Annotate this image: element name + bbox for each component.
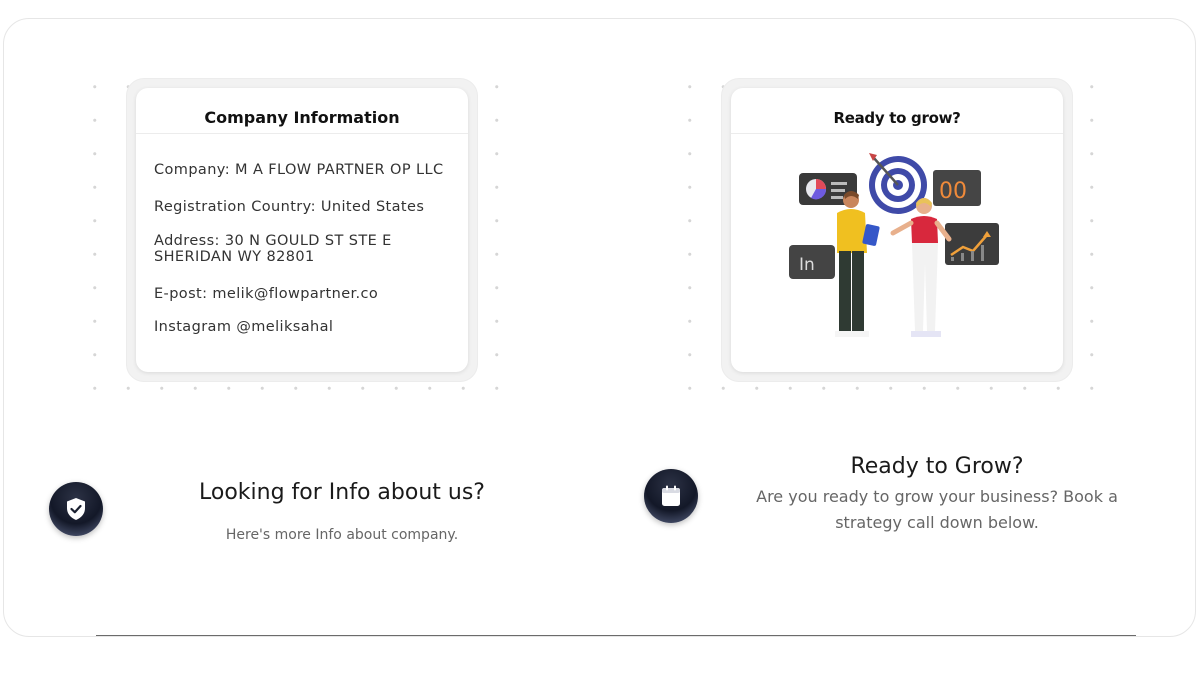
in-board: In	[789, 245, 835, 279]
grow-card-title: Ready to grow?	[731, 88, 1063, 134]
business-growth-illustration: In 00	[789, 153, 999, 337]
grow-heading: Ready to Grow?	[850, 454, 1024, 479]
company-info-card-frame: Company Information Company: M A FLOW PA…	[126, 78, 478, 382]
company-name: Company: M A FLOW PARTNER OP LLC	[154, 162, 444, 178]
shield-check-icon	[49, 482, 103, 536]
counter-board: 00	[933, 170, 981, 206]
address-line-2: SHERIDAN WY 82801	[154, 249, 315, 265]
email-line[interactable]: E-post: melik@flowpartner.co	[154, 286, 378, 303]
bottom-divider	[96, 635, 1136, 636]
woman-figure	[890, 198, 952, 337]
man-figure	[835, 191, 880, 337]
calendar-icon	[644, 469, 698, 523]
svg-text:In: In	[799, 255, 815, 275]
grow-subtext: Are you ready to grow your business? Boo…	[756, 487, 1118, 532]
info-heading: Looking for Info about us?	[199, 480, 485, 505]
address-line-1: Address: 30 N GOULD ST STE E	[154, 233, 392, 249]
grow-card: Ready to grow? In 00	[731, 88, 1063, 372]
registration-country: Registration Country: United States	[154, 199, 425, 215]
company-info-title: Company Information	[136, 88, 468, 134]
grow-card-frame: Ready to grow? In 00	[721, 78, 1073, 382]
company-info-card: Company Information Company: M A FLOW PA…	[136, 88, 468, 372]
growth-chart-icon	[945, 223, 999, 265]
svg-text:00: 00	[939, 179, 967, 204]
instagram-line[interactable]: Instagram @meliksahal	[154, 319, 333, 336]
info-subtext: Here's more Info about company.	[225, 527, 459, 543]
